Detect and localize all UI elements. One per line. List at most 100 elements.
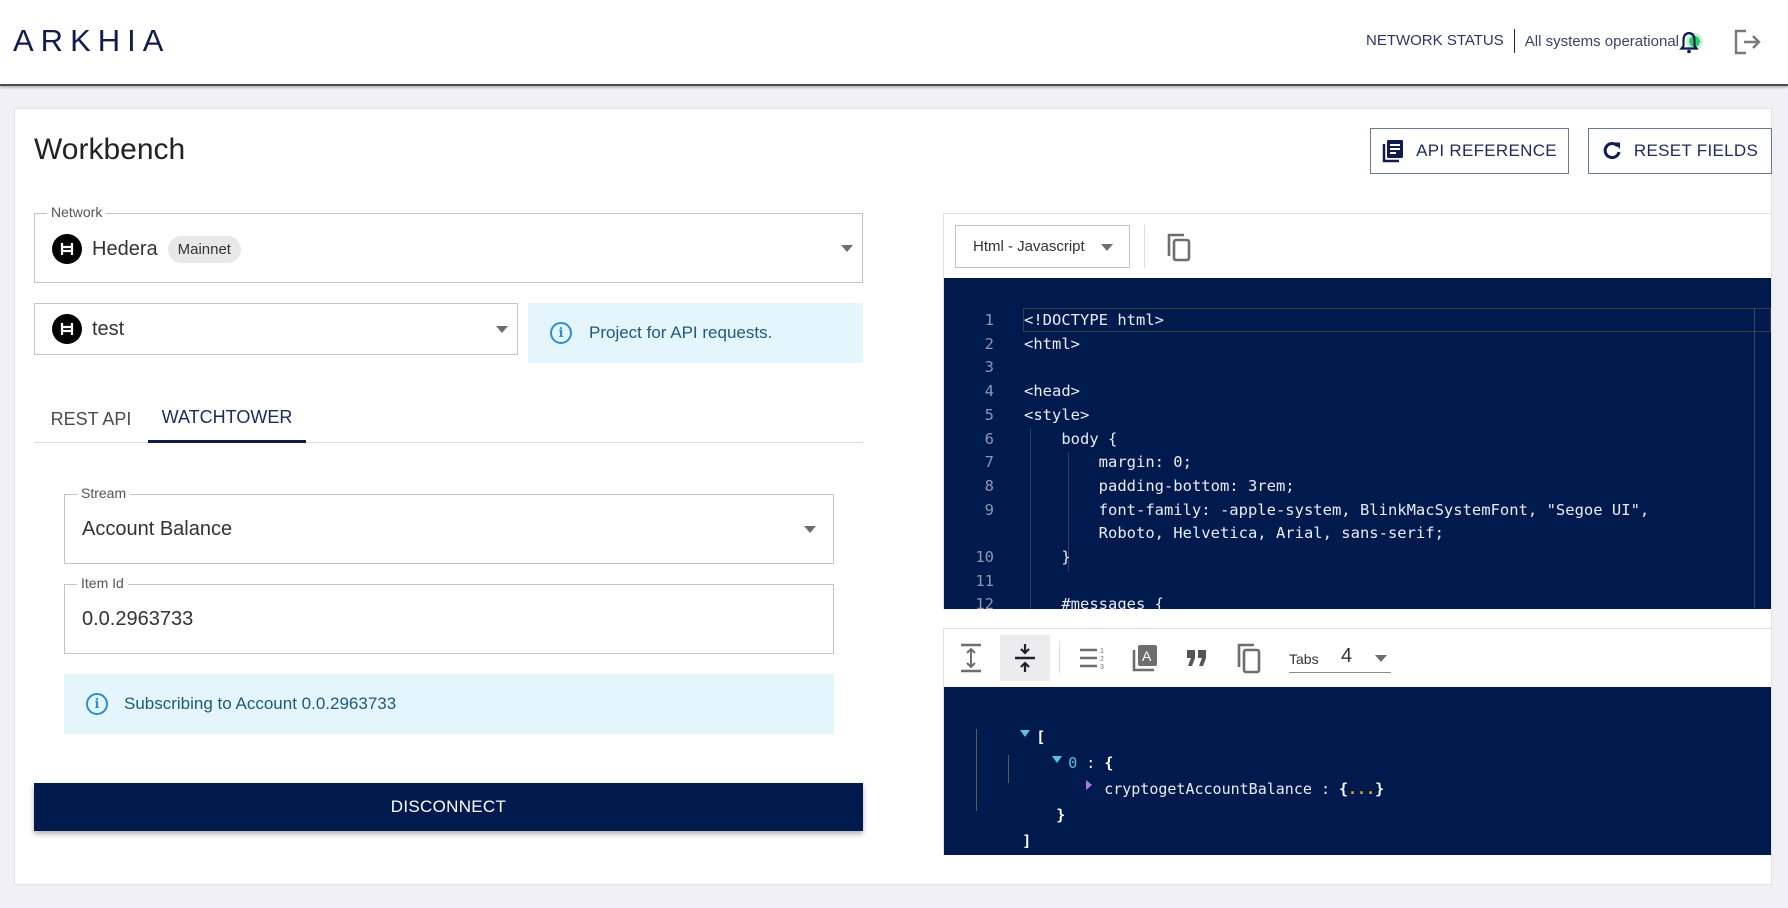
- top-header: ARKHIA NETWORK STATUS All systems operat…: [0, 0, 1788, 86]
- line-number: 10: [975, 548, 994, 566]
- line-number: 3: [984, 358, 994, 377]
- network-legend: Network: [47, 204, 107, 220]
- page-title: Workbench: [34, 133, 186, 166]
- code-panel: Html - Javascript 1 <!DOCTYPE html> 2 <html…: [943, 213, 1772, 609]
- code-text: #messages {: [1024, 595, 1164, 609]
- svg-text:2: 2: [1100, 656, 1104, 663]
- language-value: Html - Javascript: [973, 238, 1085, 255]
- tab-size-select[interactable]: Tabs 4: [1289, 643, 1391, 673]
- svg-text:3: 3: [1100, 664, 1104, 670]
- line-number: 11: [975, 571, 994, 590]
- hedera-logo-icon: [52, 314, 82, 344]
- info-icon: i: [550, 322, 572, 344]
- line-number: 4: [984, 382, 994, 401]
- json-root-node[interactable]: [: [966, 701, 1045, 746]
- line-number: 8: [984, 476, 994, 495]
- stream-select[interactable]: Stream Account Balance: [64, 485, 834, 564]
- logo-text: ARKHIA: [13, 23, 171, 58]
- json-viewer-panel: 1 2 3 A Tabs 4 [0: {cryptogetAccountB…: [943, 628, 1772, 855]
- info-icon: i: [86, 693, 108, 715]
- api-reference-button[interactable]: API REFERENCE: [1370, 128, 1569, 174]
- logout-icon[interactable]: [1734, 29, 1762, 55]
- tab-rest-api[interactable]: REST API: [34, 395, 148, 443]
- network-select[interactable]: Network Hedera Mainnet: [34, 204, 863, 283]
- quotes-button[interactable]: [1172, 635, 1222, 681]
- code-text: margin: 0;: [1024, 453, 1192, 472]
- child-key: cryptogetAccountBalance: [1104, 780, 1312, 798]
- close-brace: }: [1056, 806, 1066, 824]
- code-toolbar: Html - Javascript: [944, 214, 1771, 278]
- project-select[interactable]: test: [34, 303, 518, 355]
- bell-icon[interactable]: [1678, 30, 1700, 54]
- colon: :: [1320, 780, 1330, 798]
- collapsed-caret-icon[interactable]: [1086, 780, 1093, 790]
- tab-watchtower[interactable]: WATCHTOWER: [148, 395, 306, 443]
- disconnect-label: DISCONNECT: [390, 797, 507, 816]
- project-info-text: Project for API requests.: [589, 323, 773, 342]
- svg-text:A: A: [1142, 648, 1152, 664]
- subscription-info-text: Subscribing to Account 0.0.2963733: [124, 694, 397, 713]
- json-toolbar: 1 2 3 A Tabs 4: [944, 629, 1771, 687]
- collapsed-dots[interactable]: ...: [1348, 780, 1375, 798]
- code-text: <html>: [1024, 334, 1080, 353]
- network-value: Hedera: [92, 237, 158, 260]
- network-status-value: All systems operational: [1524, 32, 1679, 50]
- numbered-list-icon: 1 2 3: [1080, 648, 1104, 670]
- close-bracket: ]: [1022, 832, 1032, 850]
- collapse-vertical-icon: [1015, 644, 1035, 672]
- tab-rest-api-label: REST API: [50, 408, 132, 429]
- toolbar-divider: [1059, 641, 1060, 673]
- json-close-bracket: ]: [968, 805, 1031, 850]
- toolbar-divider: [1144, 225, 1145, 268]
- language-select[interactable]: Html - Javascript: [955, 225, 1130, 268]
- tab-size-value: 4: [1341, 645, 1353, 667]
- code-text: }: [1024, 548, 1071, 566]
- project-value: test: [92, 317, 125, 340]
- reset-fields-button[interactable]: RESET FIELDS: [1588, 128, 1772, 174]
- refresh-icon: [1603, 142, 1621, 159]
- code-text: <head>: [1024, 382, 1080, 401]
- chevron-down-icon: [841, 245, 853, 252]
- hedera-logo-icon: [52, 234, 82, 264]
- line-number: 1: [984, 311, 994, 329]
- network-status-label: NETWORK STATUS: [1366, 29, 1515, 53]
- collapse-all-button[interactable]: [1000, 635, 1050, 681]
- subscription-info-alert: i Subscribing to Account 0.0.2963733: [64, 674, 834, 734]
- code-editor[interactable]: 1 <!DOCTYPE html> 2 <html> 3 4 <head> 5 <style> 6…: [944, 278, 1771, 609]
- chevron-down-icon: [1101, 244, 1113, 251]
- line-number: 9: [984, 500, 994, 519]
- code-text: Roboto, Helvetica, Arial, sans-serif;: [1024, 524, 1444, 543]
- code-text: body {: [1024, 429, 1118, 448]
- data-types-button[interactable]: A: [1120, 635, 1170, 681]
- scroll-ruler: [1754, 308, 1755, 608]
- copy-icon[interactable]: [1166, 232, 1192, 262]
- collapsed-close: }: [1375, 780, 1385, 798]
- mainnet-chip: Mainnet: [167, 235, 241, 263]
- json-index-node[interactable]: 0 : {: [998, 727, 1113, 772]
- line-number: 2: [984, 334, 994, 353]
- tab-size-label: Tabs: [1289, 651, 1319, 667]
- line-number: 6: [984, 429, 994, 448]
- copy-icon: [1237, 643, 1261, 674]
- copy-json-button[interactable]: [1224, 635, 1274, 681]
- line-number: 12: [975, 595, 994, 609]
- network-status: NETWORK STATUS All systems operational: [1366, 28, 1700, 54]
- api-tabs: REST API WATCHTOWER: [34, 395, 863, 443]
- line-number: 5: [984, 405, 994, 424]
- api-reference-label: API REFERENCE: [1416, 141, 1557, 160]
- json-child-node[interactable]: cryptogetAccountBalance : {...}: [1032, 753, 1384, 798]
- code-text: font-family: -apple-system, BlinkMacSyst…: [1024, 500, 1650, 519]
- disconnect-button[interactable]: DISCONNECT: [34, 783, 863, 831]
- json-tree: [ 0 : { cryptogetAccountBalance : {...} …: [944, 687, 1771, 855]
- item-id-legend: Item Id: [77, 575, 128, 591]
- tab-watchtower-label: WATCHTOWER: [161, 407, 293, 427]
- line-numbers-button[interactable]: 1 2 3: [1068, 635, 1118, 681]
- expand-vertical-icon: [961, 643, 981, 673]
- chevron-down-icon: [496, 326, 508, 333]
- stream-value: Account Balance: [82, 518, 233, 540]
- expand-all-button[interactable]: [946, 635, 996, 681]
- code-text: <!DOCTYPE html>: [1024, 311, 1164, 329]
- item-id-input[interactable]: Item Id 0.0.2963733: [64, 575, 834, 654]
- arkhia-logo[interactable]: ARKHIA: [13, 23, 171, 58]
- chevron-down-icon: [804, 526, 816, 533]
